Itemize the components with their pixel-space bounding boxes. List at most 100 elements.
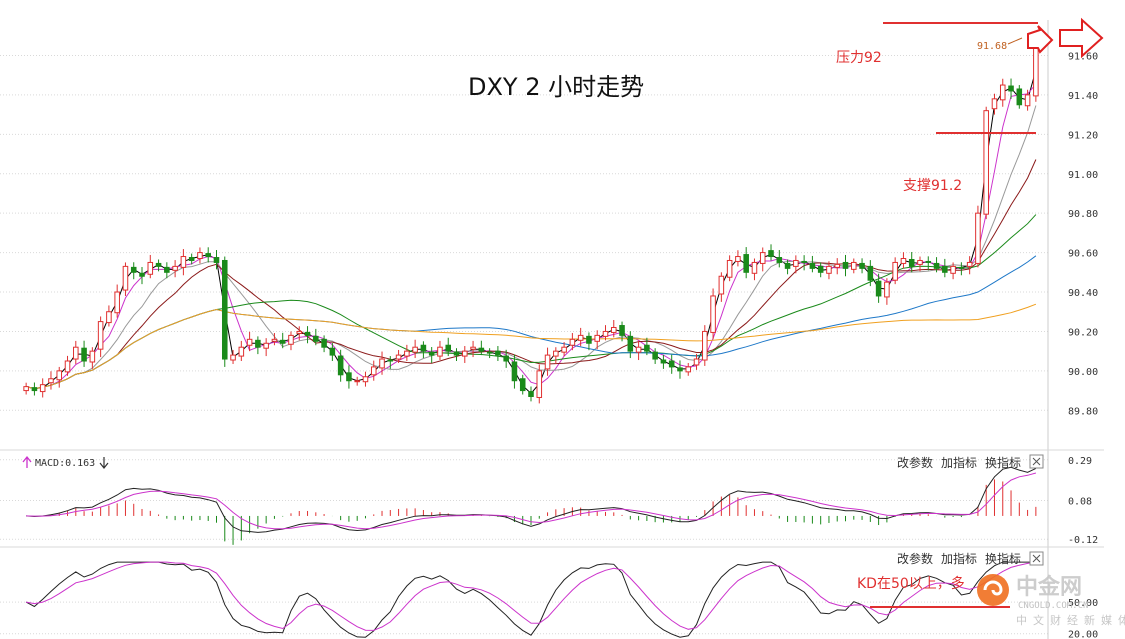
candle-down [329,347,336,356]
candle-up [544,354,551,370]
candle-down [677,367,683,372]
candle-down [255,339,261,348]
candle-up [983,110,989,215]
kd-add-indicator-button[interactable]: 加指标 [941,551,977,566]
candle-up [602,330,609,337]
candle-up [354,380,360,383]
candle-down [942,265,948,273]
candle-down [304,331,311,336]
candle-up [437,346,443,357]
ma30-line [25,159,1037,390]
candle-up [917,259,923,265]
candle-up [826,265,832,274]
candle-up [412,346,418,353]
candle-up [296,330,303,334]
candle-up [362,376,369,383]
candle-up [1033,45,1039,97]
macd-switch-indicator-button[interactable]: 换指标 [985,455,1021,470]
price-tick-label: 91.00 [1068,170,1098,181]
kd-switch-indicator-button[interactable]: 换指标 [985,551,1021,566]
candle-down [445,344,452,352]
ma60-line [25,214,1037,390]
candle-up [735,256,741,262]
price-tick-label: 90.60 [1068,249,1098,260]
candle-up [114,291,120,314]
macd-close-button[interactable] [1029,454,1044,469]
candle-up [230,354,236,361]
macd-tick-label: 0.08 [1068,496,1092,507]
candle-down [139,272,145,277]
price-tick-label: 90.00 [1068,367,1098,378]
candle-down [867,265,874,281]
candle-up [635,346,642,353]
candle-up [702,330,708,361]
macd-gridlines [0,459,1048,540]
macd-add-indicator-button[interactable]: 加指标 [941,455,977,470]
watermark-tagline: 中文财经新媒体 [1016,613,1125,627]
macd-up-arrow-icon [22,455,32,468]
candle-down [875,280,882,297]
candle-down [321,338,327,348]
macd-histogram [33,479,1037,545]
candle-down [644,344,650,352]
candle-down [660,359,667,364]
candle-up [122,265,129,291]
candle-up [246,338,253,346]
candle-down [627,335,634,352]
candle-up [553,350,559,357]
candle-down [768,250,774,258]
candle-down [164,266,170,273]
candle-up [39,384,46,393]
candle-up [106,311,112,324]
candle-down [420,344,427,352]
candle-up [197,252,203,260]
candle-up [793,259,799,267]
watermark: 中金网 CNGOLD.COM.CN 中文财经新媒体 [977,574,1125,627]
candle-up [172,265,178,271]
candle-up [395,354,402,360]
price-tick-label: 91.40 [1068,91,1098,102]
candle-up [577,334,584,341]
candle-down [478,347,485,352]
candle-up [966,261,973,267]
candle-up [693,358,700,366]
candle-up [884,281,890,298]
macd-edit-params-button[interactable]: 改参数 [897,455,933,470]
kd-note: KD在50以上，多 [857,575,965,592]
candle-up [751,261,758,274]
candle-down [784,262,791,269]
candle-down [859,262,865,269]
price-tick-label: 89.80 [1068,406,1098,417]
candle-down [809,262,816,269]
candle-up [569,338,576,346]
candle-up [56,370,63,381]
candle-up [288,334,294,345]
chart-title: DXY 2 小时走势 [468,73,644,101]
kd-tick-label: 20.00 [1068,630,1098,639]
candle-down [586,335,592,344]
candle-down [387,359,394,362]
main-gridlines [0,54,1048,411]
candle-down [842,261,849,269]
candle-down [313,335,319,342]
candle-up [892,261,898,281]
candle-up [238,346,245,357]
candle-down [453,351,460,356]
candle-up [48,378,54,384]
kd-edit-params-button[interactable]: 改参数 [897,551,933,566]
price-tick-label: 90.20 [1068,327,1098,338]
candle-up [379,358,385,369]
kd-close-button[interactable] [1029,551,1044,566]
kd-k-line [25,561,1036,638]
macd-tick-label: -0.12 [1068,535,1098,546]
moving-average-lines [25,70,1037,395]
candle-up [950,265,956,274]
candle-down [428,351,435,356]
candle-up [1024,94,1031,107]
candle-down [1016,88,1023,106]
candle-down [155,262,162,267]
ma20-line [25,105,1037,390]
candle-down [652,351,658,360]
candle-up [685,366,692,373]
candle-up [999,84,1006,101]
